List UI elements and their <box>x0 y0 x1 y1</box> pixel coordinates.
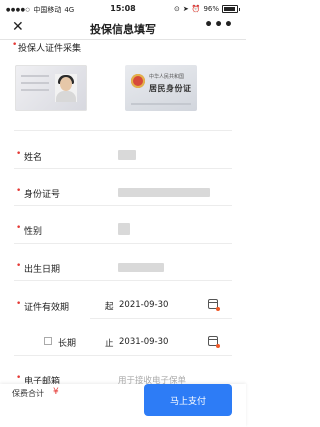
card-stripe <box>131 103 191 105</box>
validity-label: 证件有效期 <box>24 303 70 313</box>
divider <box>14 280 232 281</box>
battery-tip <box>239 7 240 11</box>
birth-date-field[interactable] <box>118 263 164 272</box>
pay-button[interactable]: 马上支付 <box>144 384 232 416</box>
nav-bar: ✕ 投保信息填写 ••• <box>0 17 246 40</box>
more-icon[interactable]: ••• <box>204 17 234 33</box>
calendar-icon[interactable] <box>208 299 220 311</box>
gender-label: 性别 <box>24 227 43 237</box>
birth-date-label: 出生日期 <box>24 265 61 275</box>
end-date-value[interactable]: 2031-09-30 <box>119 337 168 347</box>
gender-field[interactable] <box>118 223 130 235</box>
total-label: 保费合计 <box>12 389 44 398</box>
end-prefix: 止 <box>105 339 114 349</box>
national-emblem-icon <box>131 74 145 88</box>
required-mark: • <box>16 373 22 383</box>
id-number-label: 身份证号 <box>24 190 61 200</box>
id-photo <box>55 74 77 102</box>
calendar-icon[interactable] <box>208 336 220 348</box>
required-mark: • <box>16 299 22 309</box>
start-prefix: 起 <box>105 302 114 312</box>
id-number-field[interactable] <box>118 188 210 197</box>
id-card-front-upload[interactable] <box>15 65 87 111</box>
required-mark: • <box>16 186 22 196</box>
long-term-label: 长期 <box>58 339 77 349</box>
alarm-icon: ⏰ <box>191 5 201 13</box>
start-date-value[interactable]: 2021-09-30 <box>119 300 168 310</box>
long-term-checkbox[interactable] <box>44 337 52 345</box>
location-icon: ➤ <box>182 5 189 13</box>
card-back-line2: 居民身份证 <box>149 84 192 93</box>
battery-percent: 96% <box>203 5 219 13</box>
divider <box>14 130 232 131</box>
battery-icon <box>222 5 238 13</box>
status-right: ⊙ ➤ ⏰ 96% <box>174 5 240 13</box>
required-mark: • <box>16 223 22 233</box>
name-label: 姓名 <box>24 153 43 163</box>
divider <box>14 355 232 356</box>
required-mark: • <box>16 261 22 271</box>
divider <box>90 318 232 319</box>
name-field[interactable] <box>118 150 136 160</box>
footer-bar: 保费合计 ¥ 马上支付 <box>0 384 246 427</box>
divider <box>14 205 232 206</box>
id-section-title: 投保人证件采集 <box>18 44 82 54</box>
lock-rotation-icon: ⊙ <box>173 5 180 13</box>
card-back-line1: 中华人民共和国 <box>149 74 185 80</box>
id-card-back-upload[interactable]: 中华人民共和国 居民身份证 <box>125 65 197 111</box>
divider <box>14 243 232 244</box>
divider <box>14 168 232 169</box>
required-mark: • <box>12 40 18 50</box>
status-bar: ●●●●○ 中国移动 4G 15:08 ⊙ ➤ ⏰ 96% <box>0 0 246 17</box>
total-amount: ¥ <box>53 387 59 397</box>
card-text-lines <box>21 75 49 96</box>
required-mark: • <box>16 149 22 159</box>
